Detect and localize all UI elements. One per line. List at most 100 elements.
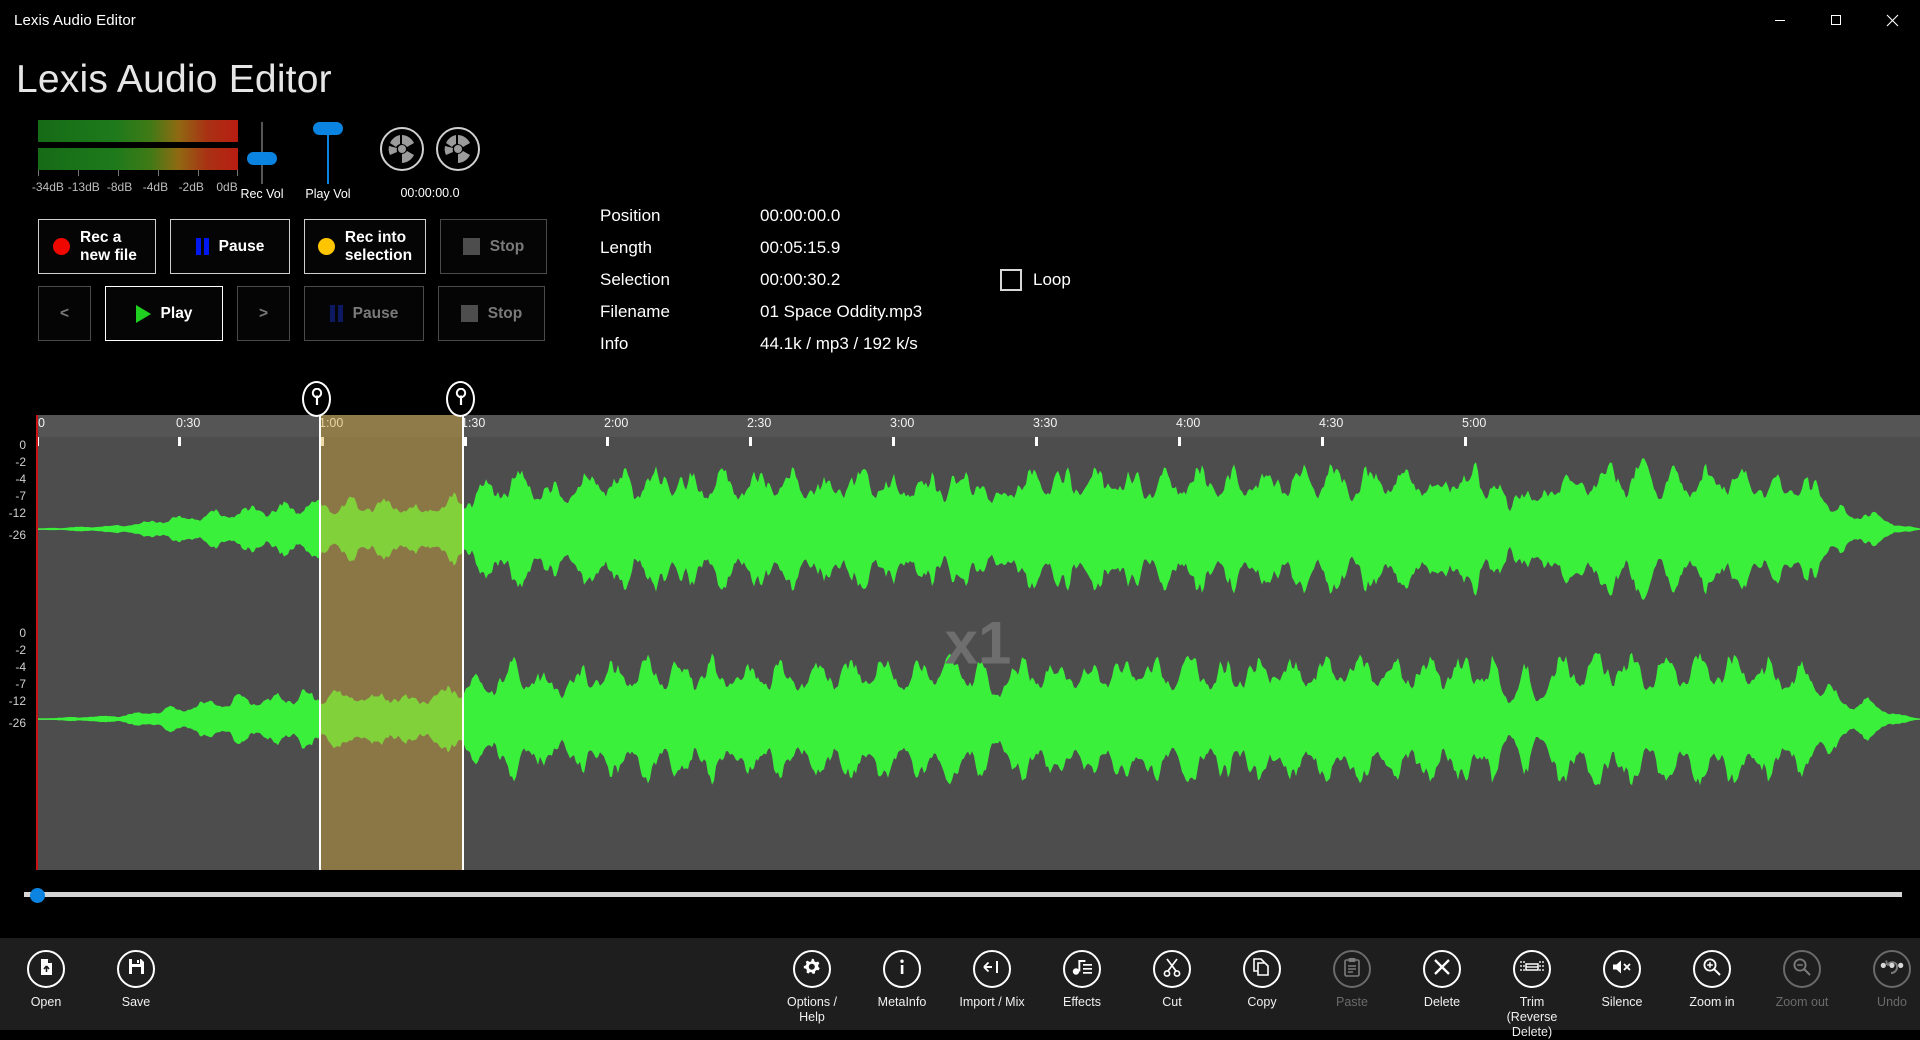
toolbar-trim-button[interactable]: Trim (Reverse Delete) xyxy=(1494,950,1570,1040)
horizontal-scrollbar[interactable] xyxy=(24,888,1902,902)
toolbar-options-help-button[interactable]: Options / Help xyxy=(774,950,850,1040)
reel-right-icon xyxy=(435,126,481,177)
time-label: 4:00 xyxy=(1176,416,1200,430)
toolbar-silence-button[interactable]: Silence xyxy=(1584,950,1660,1040)
loop-checkbox[interactable] xyxy=(1000,269,1022,291)
time-label: 0:30 xyxy=(176,416,200,430)
toolbar-import-mix-button[interactable]: Import / Mix xyxy=(954,950,1030,1040)
info-key: Length xyxy=(600,238,760,258)
time-label: 1:30 xyxy=(461,416,485,430)
rec-pause-button[interactable]: Pause xyxy=(170,219,290,274)
gear-icon xyxy=(802,957,822,982)
toolbar-import-mix-label: Import / Mix xyxy=(954,995,1030,1010)
trim-icon xyxy=(1520,959,1544,980)
copy-icon xyxy=(1252,957,1272,982)
next-button[interactable]: > xyxy=(237,286,290,341)
play-button[interactable]: Play xyxy=(105,286,223,341)
toolbar-paste-label: Paste xyxy=(1314,995,1390,1010)
loop-toggle[interactable]: Loop xyxy=(1000,269,1071,291)
time-label: 0 xyxy=(38,416,45,430)
info-key: Position xyxy=(600,206,760,226)
stop-square-icon xyxy=(461,305,478,322)
waveform-canvas[interactable]: 0 0:30 1:00 1:30 2:00 2:30 3:00 3:30 4:0… xyxy=(36,415,1920,870)
toolbar-save-button[interactable]: Save xyxy=(98,950,174,1010)
play-pause-button[interactable]: Pause xyxy=(304,286,424,341)
rec-stop-button[interactable]: Stop xyxy=(440,219,547,274)
rec-new-file-button[interactable]: Rec a new file xyxy=(38,219,156,274)
prev-button[interactable]: < xyxy=(38,286,91,341)
db-tick: -12 xyxy=(9,506,26,520)
play-stop-label: Stop xyxy=(488,305,522,322)
toolbar-silence-label: Silence xyxy=(1584,995,1660,1010)
maximize-button[interactable] xyxy=(1808,0,1864,40)
toolbar-open-button[interactable]: Open xyxy=(8,950,84,1010)
close-button[interactable] xyxy=(1864,0,1920,40)
scrollbar-track[interactable] xyxy=(24,892,1902,897)
prev-label: < xyxy=(60,305,69,322)
window-titlebar: Lexis Audio Editor xyxy=(0,0,1920,40)
time-label: 5:00 xyxy=(1462,416,1486,430)
top-control-strip: -34dB -13dB -8dB -4dB -2dB 0dB Rec Vol P… xyxy=(0,102,1920,201)
toolbar-more-button[interactable]: ••• xyxy=(1880,956,1906,978)
play-stop-button[interactable]: Stop xyxy=(438,286,545,341)
waveform-area[interactable]: 0 -2 -4 -7 -12 -26 0 -2 -4 -7 -12 -26 0 … xyxy=(0,415,1920,870)
pause-bars-blue-icon xyxy=(330,305,343,322)
selection-end-marker[interactable] xyxy=(446,381,475,417)
volume-sliders: Rec Vol Play Vol xyxy=(237,120,353,201)
info-key: Filename xyxy=(600,302,760,322)
minimize-button[interactable] xyxy=(1752,0,1808,40)
db-tick: -26 xyxy=(9,528,26,542)
open-file-icon xyxy=(36,957,56,982)
zoom-level-badge: x1 xyxy=(945,608,1012,677)
play-vol-slider[interactable]: Play Vol xyxy=(303,122,353,201)
db-tick: -4 xyxy=(15,472,26,486)
info-key: Info xyxy=(600,334,760,354)
time-label: 2:00 xyxy=(604,416,628,430)
rec-vol-slider[interactable]: Rec Vol xyxy=(237,122,287,201)
toolbar-zoom-out-button[interactable]: Zoom out xyxy=(1764,950,1840,1040)
selection-start-marker[interactable] xyxy=(302,381,331,417)
info-row-info: Info 44.1k / mp3 / 192 k/s xyxy=(600,328,1080,360)
selection-start-handle[interactable] xyxy=(319,415,321,870)
info-value: 00:05:15.9 xyxy=(760,238,990,258)
next-label: > xyxy=(259,305,268,322)
toolbar-copy-button[interactable]: Copy xyxy=(1224,950,1300,1040)
toolbar-effects-button[interactable]: Effects xyxy=(1044,950,1120,1040)
rec-into-selection-button[interactable]: Rec into selection xyxy=(304,219,426,274)
page-title: Lexis Audio Editor xyxy=(0,40,1920,102)
playhead[interactable] xyxy=(36,415,38,870)
toolbar-save-label: Save xyxy=(98,995,174,1010)
toolbar-left-group: Open Save xyxy=(0,938,174,1010)
toolbar-zoom-out-label: Zoom out xyxy=(1764,995,1840,1010)
db-tick: -7 xyxy=(15,677,26,691)
reel-left-icon xyxy=(379,126,425,177)
meter-label: -34dB xyxy=(30,180,66,194)
db-tick: -12 xyxy=(9,694,26,708)
time-label: 3:30 xyxy=(1033,416,1057,430)
play-pause-label: Pause xyxy=(353,305,399,322)
toolbar-main-group: Options / Help MetaInfo xyxy=(774,938,1920,1040)
play-vol-label: Play Vol xyxy=(303,187,353,201)
rec-new-file-label: Rec a new file xyxy=(80,229,141,264)
toolbar-cut-button[interactable]: Cut xyxy=(1134,950,1210,1040)
play-triangle-green-icon xyxy=(136,305,151,323)
toolbar-cut-label: Cut xyxy=(1134,995,1210,1010)
time-label: 4:30 xyxy=(1319,416,1343,430)
toolbar-delete-button[interactable]: Delete xyxy=(1404,950,1480,1040)
map-pin-icon xyxy=(311,388,323,411)
rec-stop-label: Stop xyxy=(490,238,524,255)
toolbar-copy-label: Copy xyxy=(1224,995,1300,1010)
toolbar-zoom-in-button[interactable]: Zoom in xyxy=(1674,950,1750,1040)
toolbar-paste-button[interactable]: Paste xyxy=(1314,950,1390,1040)
db-tick: -2 xyxy=(15,455,26,469)
info-value: 00:00:30.2 xyxy=(760,270,990,290)
db-tick: 0 xyxy=(19,438,26,452)
stop-square-icon xyxy=(463,238,480,255)
bottom-toolbar: Open Save xyxy=(0,938,1920,1030)
selection-end-handle[interactable] xyxy=(462,415,464,870)
db-tick: -4 xyxy=(15,660,26,674)
x-cross-icon xyxy=(1432,957,1452,982)
scrollbar-thumb[interactable] xyxy=(30,888,45,903)
selection-region[interactable] xyxy=(320,415,463,870)
toolbar-metainfo-button[interactable]: MetaInfo xyxy=(864,950,940,1040)
